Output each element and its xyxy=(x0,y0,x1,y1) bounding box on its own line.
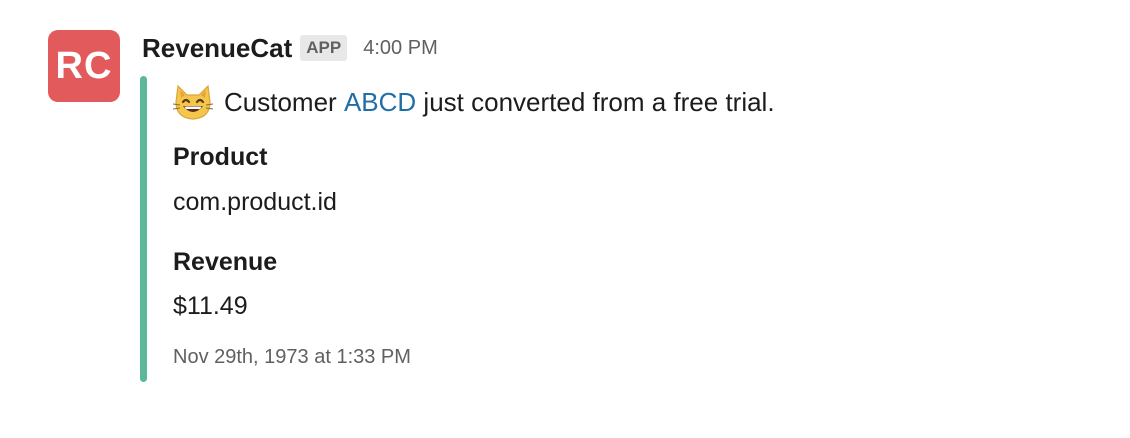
app-badge: APP xyxy=(300,35,348,61)
avatar[interactable]: RC xyxy=(48,30,120,102)
chat-message: RC RevenueCat APP 4:00 PM Customer ABCD … xyxy=(0,0,1130,438)
message-header: RevenueCat APP 4:00 PM xyxy=(142,30,438,66)
message-attachment: Customer ABCD just converted from a free… xyxy=(140,76,1040,382)
field-value-revenue: $11.49 xyxy=(173,292,248,320)
field-title-revenue: Revenue xyxy=(173,248,278,276)
pretext-before: Customer xyxy=(224,86,337,117)
customer-link[interactable]: ABCD xyxy=(344,87,416,118)
attachment-color-bar xyxy=(140,76,147,382)
pretext-after: just converted from a free trial. xyxy=(423,86,775,117)
field-value-product: com.product.id xyxy=(173,188,337,216)
avatar-initials: RC xyxy=(55,45,113,87)
attachment-footer-timestamp: Nov 29th, 1973 at 1:33 PM xyxy=(173,346,411,368)
attachment-pretext: Customer ABCD just converted from a free… xyxy=(172,82,775,122)
grinning-cat-icon xyxy=(172,82,214,122)
message-time[interactable]: 4:00 PM xyxy=(363,37,437,60)
sender-name[interactable]: RevenueCat xyxy=(142,33,292,64)
field-title-product: Product xyxy=(173,143,268,171)
